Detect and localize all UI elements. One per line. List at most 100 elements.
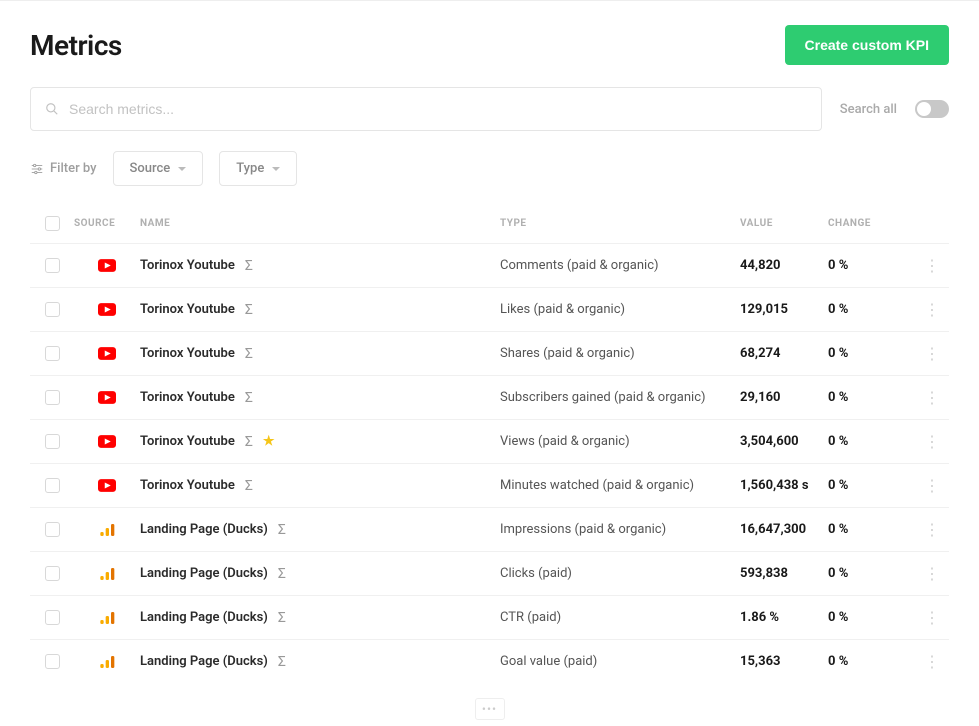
table-row: Torinox Youtube Σ Minutes watched (paid & … (30, 463, 949, 507)
sigma-icon: Σ (278, 654, 286, 670)
metric-name: Torinox Youtube (140, 258, 235, 273)
value-cell: 593,838 (740, 566, 828, 581)
source-cell (74, 566, 140, 582)
source-cell (74, 347, 140, 360)
name-cell[interactable]: Torinox Youtube Σ (140, 390, 500, 406)
row-checkbox[interactable] (45, 610, 60, 625)
col-header-source[interactable]: SOURCE (74, 218, 140, 229)
source-cell (74, 391, 140, 404)
type-cell: CTR (paid) (500, 610, 740, 625)
table-row: Torinox YoutubeΣLikes (paid & organic)12… (30, 287, 949, 331)
youtube-icon (98, 479, 116, 492)
row-more-button[interactable]: ⋮ (916, 478, 948, 494)
metric-name: Torinox Youtube (140, 390, 235, 405)
row-more-button[interactable]: ⋮ (916, 302, 948, 318)
col-header-name[interactable]: NAME (140, 218, 500, 229)
metric-name: Landing Page (Ducks) (140, 522, 268, 537)
source-cell (74, 522, 140, 538)
type-cell: Views (paid & organic) (500, 434, 740, 449)
type-cell: Impressions (paid & organic) (500, 522, 740, 537)
col-header-value[interactable]: VALUE (740, 218, 828, 229)
change-cell: 0 % (828, 346, 916, 361)
row-checkbox[interactable] (45, 654, 60, 669)
sigma-icon: Σ (245, 478, 253, 494)
name-cell[interactable]: Landing Page (Ducks) Σ (140, 522, 500, 538)
filter-icon (30, 162, 44, 176)
row-more-button[interactable]: ⋮ (916, 522, 948, 538)
row-checkbox[interactable] (45, 346, 60, 361)
col-header-type[interactable]: TYPE (500, 218, 740, 229)
source-cell (74, 435, 140, 448)
type-cell: Goal value (paid) (500, 654, 740, 669)
name-cell[interactable]: Landing Page (Ducks) Σ (140, 654, 500, 670)
type-cell: Clicks (paid) (500, 566, 740, 581)
type-cell: Minutes watched (paid & organic) (500, 478, 740, 493)
change-cell: 0 % (828, 390, 916, 405)
search-container (30, 87, 822, 131)
source-cell (74, 654, 140, 670)
row-more-button[interactable]: ⋮ (916, 258, 948, 274)
name-cell[interactable]: Landing Page (Ducks)Σ (140, 566, 500, 582)
chevron-down-icon (272, 167, 280, 171)
table-row: Torinox YoutubeΣ★Views (paid & organic)3… (30, 419, 949, 463)
metric-name: Torinox Youtube (140, 434, 235, 449)
sigma-icon: Σ (278, 610, 286, 626)
table-row: Torinox YoutubeΣShares (paid & organic)6… (30, 331, 949, 375)
pagination-more-button[interactable]: ••• (475, 698, 505, 720)
search-input[interactable] (59, 101, 807, 117)
change-cell: 0 % (828, 610, 916, 625)
change-cell: 0 % (828, 478, 916, 493)
change-cell: 0 % (828, 566, 916, 581)
metric-name: Landing Page (Ducks) (140, 654, 268, 669)
youtube-icon (98, 303, 116, 316)
row-checkbox[interactable] (45, 522, 60, 537)
name-cell[interactable]: Torinox Youtube Σ (140, 302, 500, 318)
metric-name: Torinox Youtube (140, 478, 235, 493)
analytics-icon (99, 522, 115, 538)
youtube-icon (98, 391, 116, 404)
analytics-icon (99, 610, 115, 626)
sigma-icon: Σ (245, 302, 253, 318)
row-checkbox[interactable] (45, 434, 60, 449)
sigma-icon: Σ (245, 390, 253, 406)
value-cell: 129,015 (740, 302, 828, 317)
metric-name: Torinox Youtube (140, 302, 235, 317)
type-cell: Shares (paid & organic) (500, 346, 740, 361)
filter-by-label: Filter by (50, 161, 97, 176)
filter-by-button[interactable]: Filter by (30, 161, 97, 176)
search-all-label: Search all (840, 102, 897, 117)
name-cell[interactable]: Torinox YoutubeΣ★ (140, 434, 500, 450)
row-checkbox[interactable] (45, 478, 60, 493)
row-checkbox[interactable] (45, 258, 60, 273)
row-checkbox[interactable] (45, 302, 60, 317)
name-cell[interactable]: Torinox YoutubeΣ (140, 346, 500, 362)
col-header-change[interactable]: CHANGE (828, 218, 916, 229)
filter-source-dropdown[interactable]: Source (113, 151, 204, 186)
filter-type-dropdown[interactable]: Type (219, 151, 297, 186)
row-checkbox[interactable] (45, 566, 60, 581)
search-all-toggle[interactable] (915, 100, 949, 118)
create-custom-kpi-button[interactable]: Create custom KPI (785, 25, 949, 65)
youtube-icon (98, 347, 116, 360)
metrics-table: SOURCE NAME TYPE VALUE CHANGE Torinox Yo… (30, 210, 949, 683)
row-more-button[interactable]: ⋮ (916, 390, 948, 406)
row-checkbox[interactable] (45, 390, 60, 405)
value-cell: 1,560,438 s (740, 478, 828, 493)
analytics-icon (99, 654, 115, 670)
row-more-button[interactable]: ⋮ (916, 566, 948, 582)
row-more-button[interactable]: ⋮ (916, 654, 948, 670)
sigma-icon: Σ (245, 434, 253, 450)
value-cell: 29,160 (740, 390, 828, 405)
name-cell[interactable]: Landing Page (Ducks)Σ (140, 610, 500, 626)
value-cell: 3,504,600 (740, 434, 828, 449)
change-cell: 0 % (828, 434, 916, 449)
row-more-button[interactable]: ⋮ (916, 610, 948, 626)
name-cell[interactable]: Torinox Youtube Σ (140, 478, 500, 494)
name-cell[interactable]: Torinox YoutubeΣ (140, 258, 500, 274)
sigma-icon: Σ (278, 522, 286, 538)
row-more-button[interactable]: ⋮ (916, 346, 948, 362)
select-all-checkbox[interactable] (45, 216, 60, 231)
row-more-button[interactable]: ⋮ (916, 434, 948, 450)
value-cell: 44,820 (740, 258, 828, 273)
type-cell: Subscribers gained (paid & organic) (500, 390, 740, 405)
